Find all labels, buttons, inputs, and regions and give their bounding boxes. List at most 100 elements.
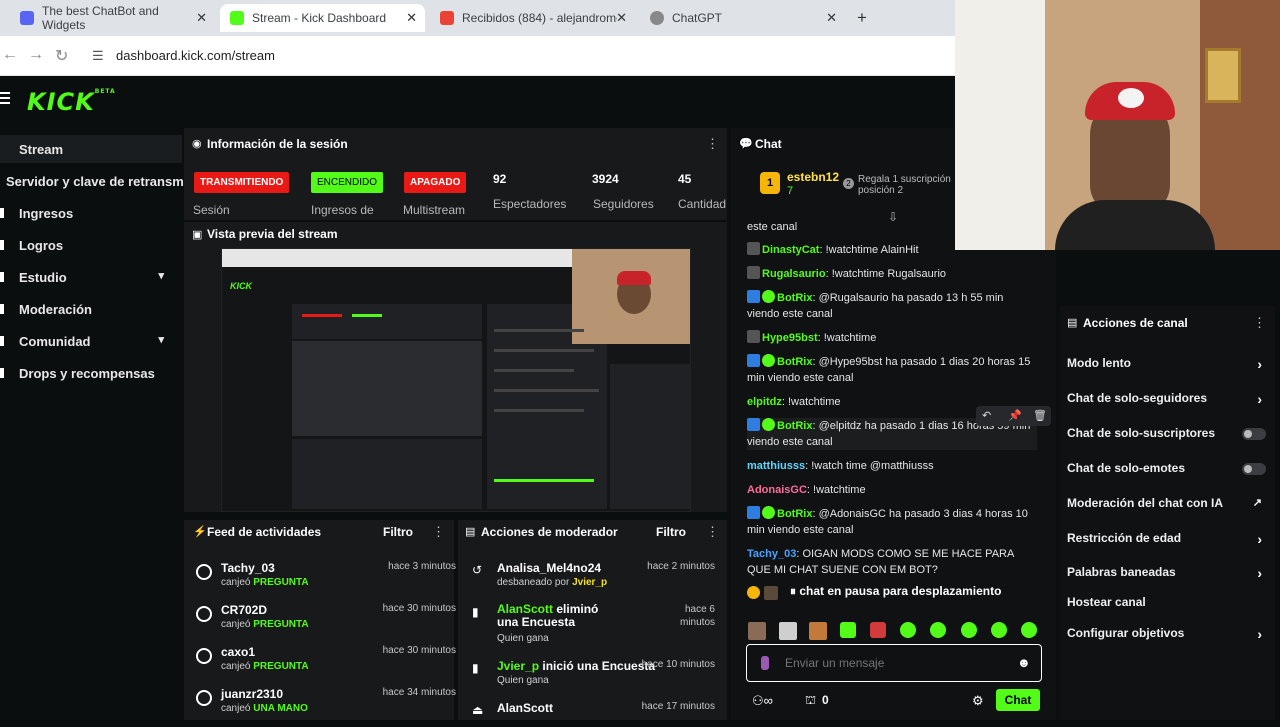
emoji-icon[interactable]: ☻ (1017, 655, 1031, 670)
chevron-down-icon: ▾ (158, 270, 164, 282)
sidebar-item-drops[interactable]: Drops y recompensas (0, 359, 182, 387)
sidebar-item-stream[interactable]: Stream (0, 135, 182, 163)
close-tab-icon[interactable]: ✕ (406, 10, 417, 26)
delete-icon[interactable]: 🗑 (1033, 409, 1047, 422)
sidebar-item-comunidad[interactable]: Comunidad ▾ (0, 327, 182, 355)
chat-username[interactable]: Rugalsaurio (762, 268, 826, 280)
emote-icon[interactable] (930, 622, 946, 638)
action-label: Chat de solo-suscriptores (1067, 426, 1216, 440)
action-ai-moderation[interactable]: Moderación del chat con IA ↗ (1067, 496, 1270, 516)
emote-icon[interactable] (748, 622, 766, 640)
chat-paused-notice[interactable]: ⏸ chat en pausa para desplazamiento (790, 584, 1001, 599)
action-followers-only[interactable]: Chat de solo-seguidores › (1067, 391, 1270, 411)
settings-icon[interactable]: ⚙ (972, 693, 984, 709)
feed-user[interactable]: caxo1 (221, 645, 255, 659)
feed-item: UNA MANO (253, 703, 308, 714)
emote-icon[interactable] (840, 622, 856, 638)
bot-badge-icon (747, 290, 760, 303)
feed-menu-icon[interactable]: ⋮ (432, 524, 445, 540)
emote-icon[interactable] (900, 622, 916, 638)
chat-input[interactable] (785, 653, 1005, 673)
action-slow-mode[interactable]: Modo lento › (1067, 356, 1270, 376)
action-set-goals[interactable]: Configurar objetivos › (1067, 626, 1270, 646)
feed-item: PREGUNTA (253, 577, 309, 588)
preview-line (352, 314, 382, 317)
external-link-icon: ↗ (1252, 497, 1262, 509)
forward-icon[interactable]: → (28, 46, 44, 64)
mod-sub-user[interactable]: Jvier_p (572, 577, 607, 588)
sidebar-item-moderacion[interactable]: Moderación (0, 295, 182, 323)
reply-icon[interactable]: ↶ (982, 409, 991, 422)
emote-icon[interactable] (1021, 622, 1037, 638)
mod-menu-icon[interactable]: ⋮ (706, 524, 719, 540)
site-settings-icon[interactable]: ☰ (92, 48, 104, 64)
mic-icon[interactable] (761, 656, 769, 670)
chat-username[interactable]: BotRix (777, 508, 812, 520)
feed-time: hace 3 minutos (388, 561, 456, 572)
menu-icon[interactable] (0, 92, 10, 104)
feed-filter-button[interactable]: Filtro (383, 525, 413, 539)
action-banned-words[interactable]: Palabras baneadas › (1067, 565, 1270, 585)
action-host-channel[interactable]: Hostear canal (1067, 595, 1270, 615)
stream-preview-video[interactable]: KICK (221, 248, 691, 512)
mod-user[interactable]: Analisa_Mel4no24 (497, 561, 601, 575)
kick-logo[interactable]: KICKBETA (27, 88, 116, 116)
infinite-points-icon[interactable]: ⚇∞ (752, 693, 773, 709)
mod-user[interactable]: AlanScott (497, 701, 553, 715)
preview-actions-block (610, 364, 690, 509)
pinned-user[interactable]: estebn12 (787, 170, 839, 184)
close-tab-icon[interactable]: ✕ (826, 10, 837, 26)
chat-username[interactable]: matthiusss (747, 460, 805, 472)
sidebar-item-ingresos[interactable]: Ingresos (0, 199, 182, 227)
mod-user[interactable]: Jvier_p (497, 659, 539, 673)
feed-user[interactable]: Tachy_03 (221, 561, 275, 575)
sidebar-item-estudio[interactable]: Estudio ▾ (0, 263, 182, 291)
close-tab-icon[interactable]: ✕ (616, 10, 627, 26)
tab-chatbot[interactable]: The best ChatBot and Widgets ✕ (10, 4, 215, 32)
emote-icon[interactable] (809, 622, 827, 640)
mod-row-sub: Quien gana (497, 633, 549, 644)
feed-sub: canjeó PREGUNTA (221, 619, 309, 630)
reload-icon[interactable]: ↻ (55, 46, 68, 66)
tab-chatgpt[interactable]: ChatGPT ✕ (640, 4, 845, 32)
back-icon[interactable]: ← (2, 46, 18, 64)
sidebar-item-logros[interactable]: Logros (0, 231, 182, 259)
store-icon[interactable]: ⛫ (805, 693, 816, 709)
emote-icon[interactable] (779, 622, 797, 640)
chat-username[interactable]: AdonaisGC (747, 484, 807, 496)
new-tab-button[interactable]: + (857, 8, 867, 28)
pin-icon[interactable]: 📌 (1008, 409, 1022, 422)
emotes-only-toggle[interactable] (1242, 463, 1266, 475)
chat-username[interactable]: elpitdz (747, 396, 782, 408)
tab-gmail[interactable]: Recibidos (884) - alejandromer ✕ (430, 4, 635, 32)
mod-filter-button[interactable]: Filtro (656, 525, 686, 539)
action-subscribers-only[interactable]: Chat de solo-suscriptores (1067, 426, 1270, 446)
url-field[interactable]: dashboard.kick.com/stream (116, 48, 275, 63)
action-emotes-only[interactable]: Chat de solo-emotes (1067, 461, 1270, 481)
chat-username[interactable]: Tachy_03 (747, 548, 796, 560)
close-tab-icon[interactable]: ✕ (196, 10, 207, 26)
mod-user[interactable]: AlanScott (497, 602, 553, 616)
emote-icon[interactable] (991, 622, 1007, 638)
chat-username[interactable]: Hype95bst (762, 332, 818, 344)
chat-username[interactable]: BotRix (777, 356, 812, 368)
chat-username[interactable]: BotRix (777, 292, 812, 304)
feed-user[interactable]: CR702D (221, 603, 267, 617)
trophy-icon (0, 240, 4, 250)
chat-username[interactable]: BotRix (777, 420, 812, 432)
chat-username[interactable]: DinastyCat (762, 244, 819, 256)
emote-icon[interactable] (870, 622, 886, 638)
emote-icon[interactable] (961, 622, 977, 638)
sidebar-item-server-key[interactable]: Servidor y clave de retransm (0, 167, 184, 195)
sidebar-item-label: Ingresos (19, 205, 74, 221)
chat-input-box[interactable]: ☻ (746, 644, 1042, 682)
session-menu-icon[interactable]: ⋮ (706, 136, 719, 152)
feed-user[interactable]: juanzr2310 (221, 687, 283, 701)
send-chat-button[interactable]: Chat (996, 689, 1040, 711)
subscribers-only-toggle[interactable] (1242, 428, 1266, 440)
feed-time: hace 34 minutos (382, 687, 456, 698)
tab-kick-dashboard[interactable]: Stream - Kick Dashboard ✕ (220, 4, 425, 32)
bot-badge-icon (747, 418, 760, 431)
action-age-restriction[interactable]: Restricción de edad › (1067, 531, 1270, 551)
channel-actions-menu-icon[interactable]: ⋮ (1253, 315, 1266, 331)
